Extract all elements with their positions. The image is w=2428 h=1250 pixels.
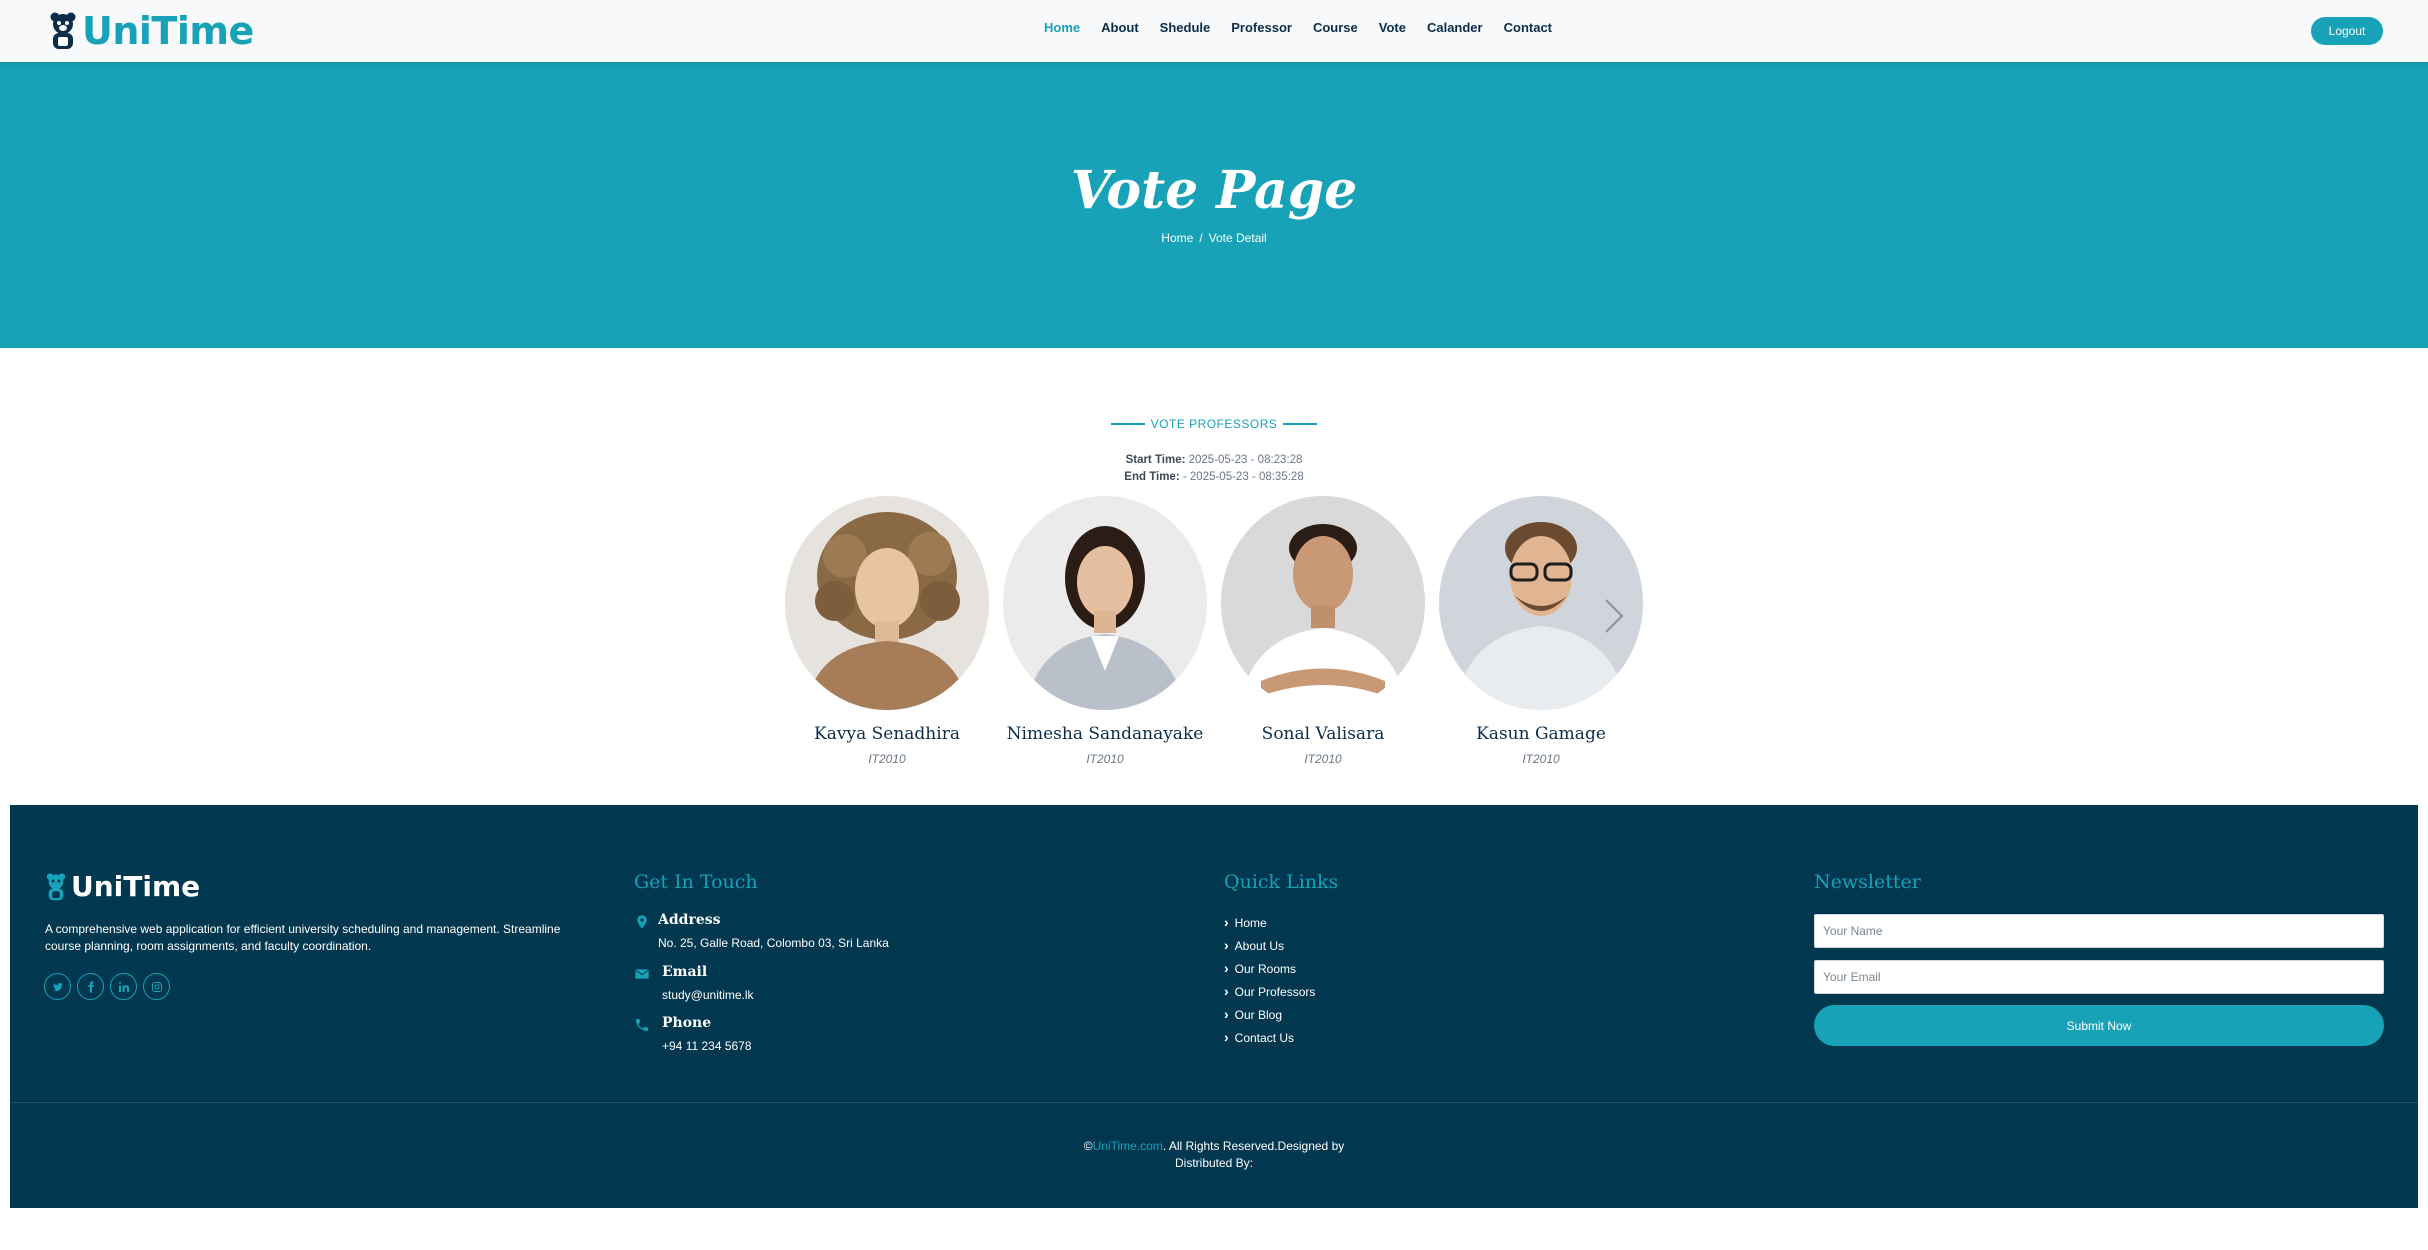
candidate-carousel: Kavya Senadhira IT2010 Nimesha Sandanaya… [785, 496, 1643, 776]
candidate-code: IT2010 [868, 752, 906, 766]
newsletter-title: Newsletter [1814, 871, 1921, 893]
copyright-symbol: © [1083, 1139, 1093, 1153]
brand-name: UniTime [82, 9, 254, 53]
end-time-row: End Time: - 2025-05-23 - 08:35:28 [0, 469, 2428, 486]
copyright-line: ©UniTime.com. All Rights Reserved.Design… [10, 1138, 2418, 1155]
distributed-by: Distributed By: [1174, 1156, 1254, 1170]
nav-professor[interactable]: Professor [1231, 20, 1292, 35]
phone-label: Phone [662, 1015, 712, 1031]
quick-links-title: Quick Links [1224, 871, 1339, 893]
candidate-photo[interactable] [1003, 496, 1207, 710]
footer-description: A comprehensive web application for effi… [45, 922, 561, 953]
nav-contact[interactable]: Contact [1504, 20, 1552, 35]
twitter-icon[interactable] [44, 973, 71, 1000]
email-value[interactable]: study@unitime.lk [662, 988, 754, 1002]
breadcrumb-current: Vote Detail [1208, 231, 1267, 245]
breadcrumb: Home / Vote Detail [0, 231, 2428, 245]
start-time-value: 2025-05-23 - 08:23:28 [1188, 454, 1303, 466]
quick-link-about[interactable]: About Us [1224, 937, 1315, 960]
address-label: Address [658, 912, 721, 928]
bear-logo-icon [50, 12, 76, 49]
newsletter-email-input[interactable] [1814, 960, 2384, 994]
envelope-icon [635, 969, 649, 979]
quick-link-contact[interactable]: Contact Us [1224, 1029, 1315, 1052]
breadcrumb-separator: / [1199, 231, 1203, 245]
tag-line-right [1283, 423, 1318, 425]
logout-button[interactable]: Logout [2311, 17, 2383, 45]
candidate-name: Nimesha Sandanayake [1006, 724, 1204, 744]
quick-link-professors[interactable]: Our Professors [1224, 983, 1316, 1006]
main-nav: Home About Shedule Professor Course Vote… [1044, 20, 1573, 35]
nav-calander[interactable]: Calander [1427, 20, 1483, 35]
candidate-code: IT2010 [1522, 752, 1560, 766]
vote-times: Start Time: 2025-05-23 - 08:23:28 End Ti… [0, 452, 2428, 486]
candidate-card[interactable]: Kavya Senadhira IT2010 [785, 496, 989, 766]
footer-divider [10, 1102, 2418, 1103]
newsletter-submit-button[interactable]: Submit Now [1814, 1005, 2384, 1046]
address-value: No. 25, Galle Road, Colombo 03, Sri Lank… [658, 936, 889, 950]
newsletter-name-input[interactable] [1814, 914, 2384, 948]
candidate-photo[interactable] [785, 496, 989, 710]
nav-home[interactable]: Home [1044, 20, 1080, 35]
phone-icon [636, 1019, 648, 1031]
candidate-code: IT2010 [1304, 752, 1342, 766]
candidate-name: Kavya Senadhira [814, 724, 960, 744]
facebook-icon[interactable] [77, 973, 104, 1000]
section-tag: VOTE PROFESSORS [0, 417, 2428, 431]
bear-logo-icon [46, 872, 66, 900]
nav-shedule[interactable]: Shedule [1160, 20, 1211, 35]
candidate-card[interactable]: Nimesha Sandanayake IT2010 [1003, 496, 1207, 766]
instagram-icon[interactable] [143, 973, 170, 1000]
footer-brand-name: UniTime [71, 870, 201, 903]
social-links [44, 973, 170, 1000]
section-tag-label: VOTE PROFESSORS [1150, 417, 1278, 431]
copyright: ©UniTime.com. All Rights Reserved.Design… [10, 1138, 2418, 1172]
copyright-text: . All Rights Reserved.Designed by [1162, 1139, 1345, 1153]
candidate-photo[interactable] [1221, 496, 1425, 710]
candidate-code: IT2010 [1086, 752, 1124, 766]
brand-logo[interactable]: UniTime [48, 9, 254, 53]
get-in-touch-title: Get In Touch [634, 871, 758, 893]
map-pin-icon [637, 915, 647, 929]
phone-value[interactable]: +94 11 234 5678 [662, 1039, 752, 1053]
site-link[interactable]: UniTime.com [1093, 1139, 1163, 1153]
quick-links-list: Home About Us Our Rooms Our Professors O… [1224, 914, 1316, 1052]
site-footer: UniTime A comprehensive web application … [10, 805, 2418, 1208]
hero-banner: Vote Page Home / Vote Detail [0, 62, 2428, 348]
footer-brand[interactable]: UniTime [45, 870, 200, 903]
breadcrumb-home[interactable]: Home [1161, 231, 1193, 245]
quick-link-home[interactable]: Home [1224, 914, 1315, 937]
candidate-card[interactable]: Sonal Valisara IT2010 [1221, 496, 1425, 766]
linkedin-icon[interactable] [110, 973, 137, 1000]
nav-about[interactable]: About [1101, 20, 1139, 35]
tag-line-left [1110, 423, 1145, 425]
nav-vote[interactable]: Vote [1379, 20, 1406, 35]
start-time-label: Start Time: [1125, 454, 1186, 466]
carousel-next-icon[interactable] [1602, 596, 1626, 636]
start-time-row: Start Time: 2025-05-23 - 08:23:28 [0, 452, 2428, 469]
end-time-value: - 2025-05-23 - 08:35:28 [1182, 471, 1304, 483]
email-label: Email [662, 964, 708, 980]
quick-link-rooms[interactable]: Our Rooms [1224, 960, 1315, 983]
top-navbar: UniTime Home About Shedule Professor Cou… [0, 0, 2428, 62]
end-time-label: End Time: [1124, 471, 1180, 483]
nav-course[interactable]: Course [1313, 20, 1358, 35]
page-title: Vote Page [1070, 160, 1358, 221]
candidate-name: Kasun Gamage [1476, 724, 1606, 744]
quick-link-blog[interactable]: Our Blog [1224, 1006, 1315, 1029]
candidate-name: Sonal Valisara [1261, 724, 1385, 744]
